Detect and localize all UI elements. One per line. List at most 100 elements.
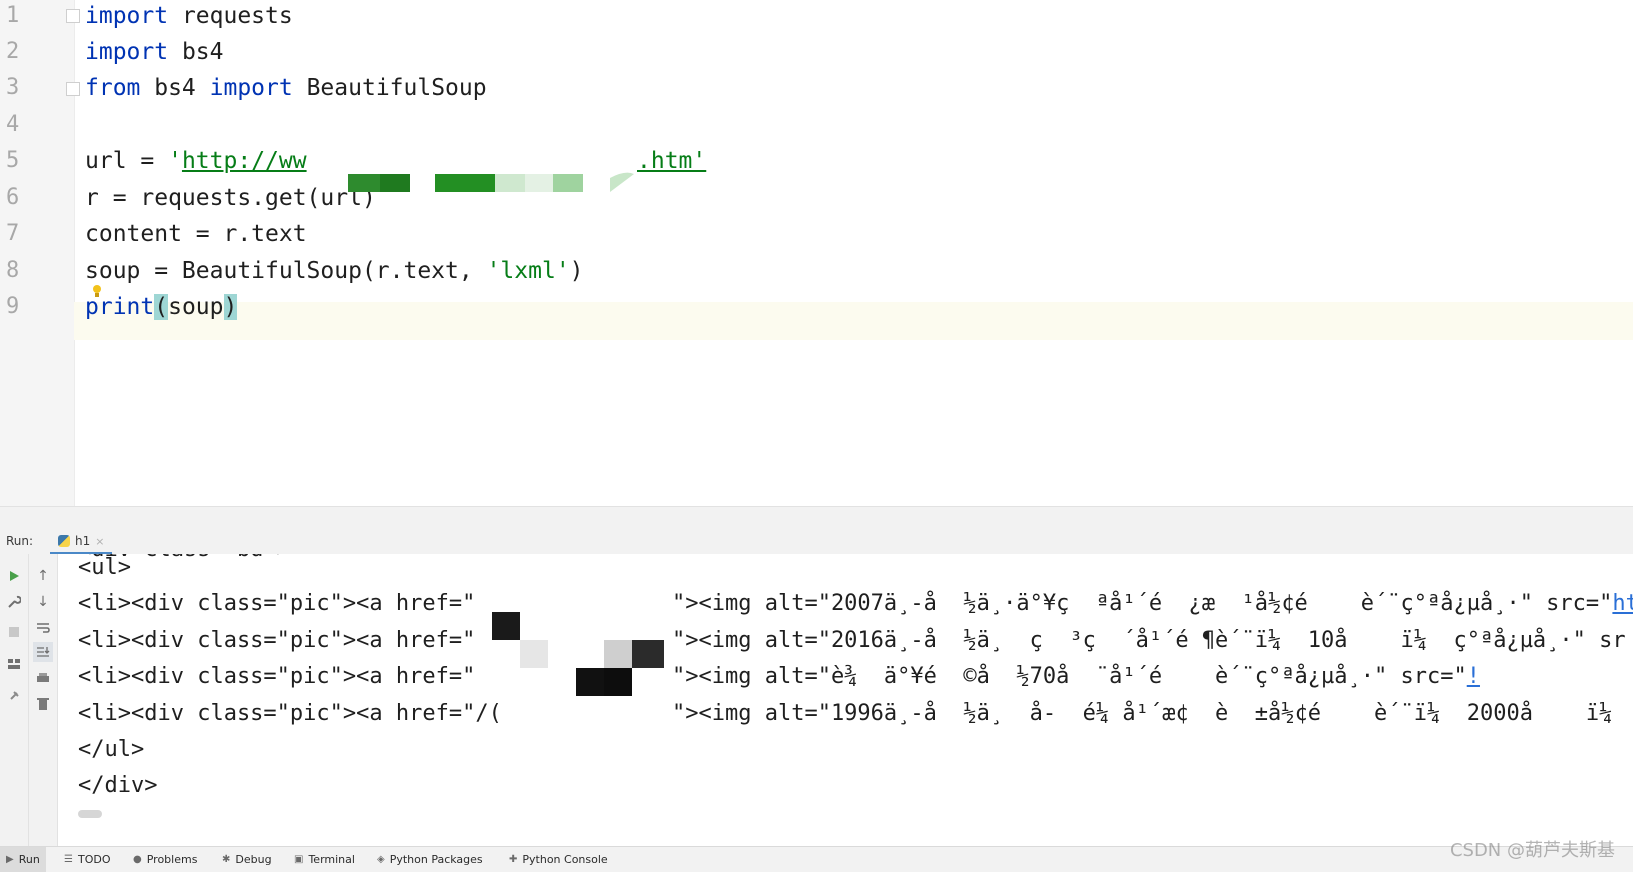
tool-window-problems[interactable]: ● Problems — [127, 847, 203, 872]
line-number: 8 — [6, 258, 20, 283]
packages-icon: ◈ — [377, 854, 385, 865]
close-icon[interactable]: × — [95, 535, 104, 548]
problems-icon: ● — [133, 854, 142, 865]
run-toolbar-right: ↑ ↓ — [29, 554, 58, 846]
code-keyword: import — [209, 75, 293, 101]
tool-window-python-packages[interactable]: ◈ Python Packages — [371, 847, 489, 872]
tool-window-label: TODO — [77, 853, 111, 866]
code-token: content = r.text — [85, 221, 307, 247]
tool-window-python-console[interactable]: ✚ Python Console — [503, 847, 614, 872]
panel-splitter[interactable] — [0, 506, 1633, 529]
code-line[interactable]: import bs4 — [85, 33, 223, 71]
horizontal-scrollbar[interactable] — [78, 810, 102, 818]
code-string: ' — [168, 148, 182, 174]
code-token: ) — [223, 294, 238, 320]
tool-window-label: Run — [18, 853, 40, 866]
tool-window-label: Python Packages — [389, 853, 483, 866]
watermark: CSDN @葫芦夫斯基 — [1449, 840, 1615, 861]
lightbulb-icon[interactable] — [92, 284, 102, 298]
console-link[interactable]: ht — [1612, 591, 1633, 616]
list-icon: ☰ — [64, 854, 73, 865]
code-token: requests — [168, 3, 293, 29]
console-line-tail: "><img alt="2007ä¸-å ½ä¸·ä°¥ç ªå¹´é ¿æ ¹… — [672, 586, 1633, 622]
console-line: <ul> — [78, 555, 131, 580]
line-number: 2 — [6, 39, 20, 64]
fold-marker-icon[interactable] — [66, 9, 80, 23]
code-keyword: from — [85, 75, 141, 101]
line-number: 9 — [6, 294, 20, 319]
console-line: <li><div class="pic"><a href=" — [78, 664, 476, 689]
console-line: </div> — [78, 773, 158, 798]
line-number-gutter: 1 2 3 4 5 6 7 8 9 — [0, 0, 80, 506]
console-line-tail: "><img alt="1996ä¸-å ½ä¸ å- é¼ å¹´æ¢ è ±… — [672, 701, 1633, 726]
fold-marker-icon[interactable] — [66, 82, 80, 96]
bug-icon: ✱ — [222, 854, 231, 865]
tool-window-run[interactable]: ▶ Run — [0, 847, 46, 872]
code-editor[interactable]: 1 2 3 4 5 6 7 8 9 import requests import… — [0, 0, 1633, 506]
run-tab-label: h1 — [75, 534, 91, 548]
code-token: ) — [569, 258, 584, 284]
console-line: <li><div class="pic"><a href="/( — [78, 701, 502, 726]
code-keyword: import — [85, 39, 169, 65]
console-line: <li><div class="pic"><a href=" — [78, 591, 476, 616]
tool-window-label: Problems — [146, 853, 198, 866]
print-icon[interactable] — [33, 668, 53, 688]
console-line-tail: "><img alt="2016ä¸-å ½ä¸ ç ³ç ´å¹´é ¶è´¨… — [672, 628, 1626, 653]
code-string: http://ww — [181, 148, 307, 174]
line-number: 6 — [6, 185, 20, 210]
code-token: soup = BeautifulSoup(r.text, — [85, 258, 487, 284]
console-line-tail: "><img alt="è¾ ä°¥é ©å ½70å ¨å¹´é è´¨ç°ª… — [672, 664, 1480, 689]
tool-window-todo[interactable]: ☰ TODO — [58, 847, 116, 872]
redacted-href-mask — [492, 612, 664, 696]
code-token: url = — [85, 148, 169, 174]
console-link[interactable]: ! — [1467, 664, 1480, 689]
line-number: 7 — [6, 221, 20, 246]
run-label: Run: — [6, 534, 34, 548]
arrow-up-icon[interactable]: ↑ — [33, 566, 53, 586]
run-icon: ▶ — [6, 854, 14, 865]
redacted-url-mask — [348, 172, 634, 192]
code-line[interactable]: soup = BeautifulSoup(r.text, 'lxml') — [85, 252, 584, 290]
rerun-icon[interactable] — [4, 566, 24, 586]
code-keyword: import — [85, 3, 169, 29]
tool-window-terminal[interactable]: ▣ Terminal — [288, 847, 361, 872]
pin-icon[interactable] — [4, 686, 24, 706]
code-line[interactable]: print(soup) — [85, 288, 238, 326]
line-number: 3 — [6, 75, 20, 100]
scroll-to-end-icon[interactable] — [33, 642, 53, 662]
run-panel-header: Run: h1 × — [0, 528, 1633, 555]
current-line-highlight — [74, 302, 1633, 340]
code-line[interactable]: import requests — [85, 0, 293, 35]
wrench-icon[interactable] — [4, 592, 24, 612]
code-line[interactable]: url = 'http://ww — [85, 142, 307, 180]
console-line: </ul> — [78, 737, 145, 762]
url-string-tail: .htm' — [637, 148, 707, 174]
code-token: ( — [154, 294, 169, 320]
soft-wrap-icon[interactable] — [33, 618, 53, 638]
arrow-down-icon[interactable]: ↓ — [33, 592, 53, 612]
line-number: 4 — [6, 112, 20, 137]
code-token: BeautifulSoup — [292, 75, 487, 101]
python-file-icon — [58, 535, 70, 547]
code-token: bs4 — [168, 39, 224, 65]
tool-window-label: Python Console — [522, 853, 608, 866]
run-console-output[interactable]: <div class="bd"> <ul> <li><div class="pi… — [58, 554, 1633, 836]
console-line: <li><div class="pic"><a href=" — [78, 628, 476, 653]
line-number: 1 — [6, 3, 20, 28]
terminal-icon: ▣ — [294, 854, 304, 865]
tool-window-debug[interactable]: ✱ Debug — [216, 847, 278, 872]
code-line[interactable]: from bs4 import BeautifulSoup — [85, 69, 487, 107]
layout-icon[interactable] — [4, 654, 24, 674]
stop-icon[interactable] — [4, 622, 24, 642]
code-line[interactable]: content = r.text — [85, 215, 307, 253]
tool-window-label: Terminal — [308, 853, 355, 866]
line-number: 5 — [6, 148, 20, 173]
tool-window-label: Debug — [235, 853, 272, 866]
code-token: soup — [168, 294, 224, 320]
run-tab-h1[interactable]: h1 × — [50, 530, 113, 554]
code-token: bs4 — [140, 75, 210, 101]
code-string: 'lxml' — [486, 258, 570, 284]
trash-icon[interactable] — [33, 694, 53, 714]
python-console-icon: ✚ — [509, 854, 518, 865]
tool-window-bar: ▶ Run ☰ TODO ● Problems ✱ Debug ▣ Terminal ◈ P… — [0, 846, 1633, 872]
